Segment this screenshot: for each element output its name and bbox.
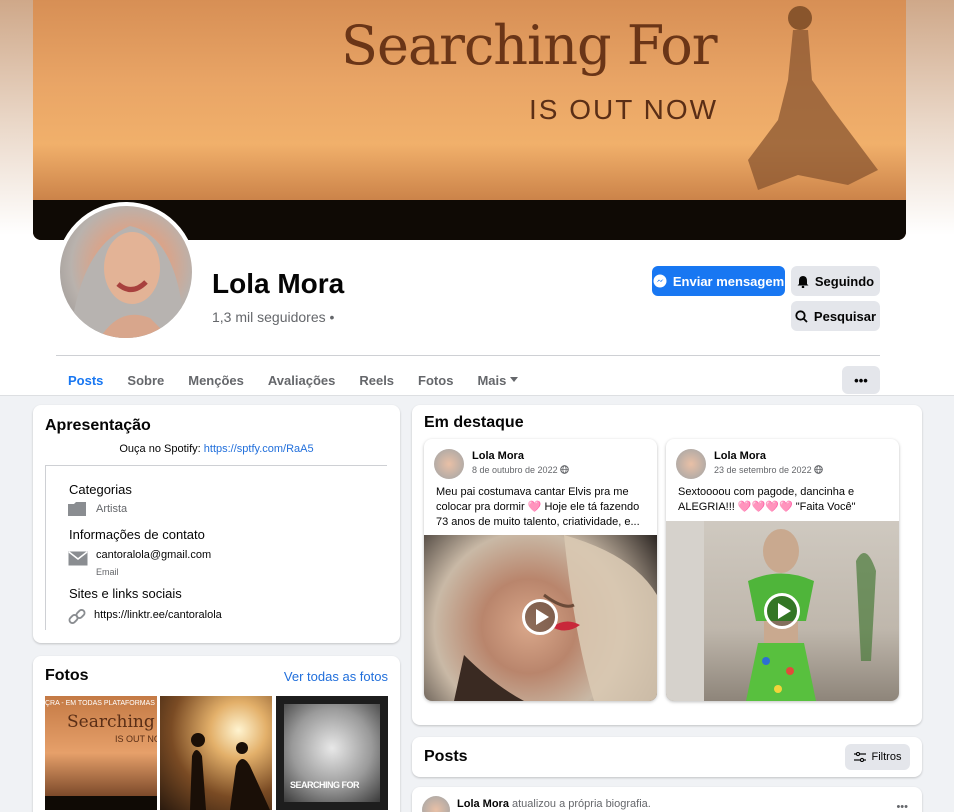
- play-button-2[interactable]: [764, 593, 800, 629]
- photos-title: Fotos: [45, 667, 89, 684]
- silhouette-graphic: [748, 6, 878, 190]
- profile-name: Lola Mora: [212, 268, 345, 299]
- post-avatar[interactable]: [422, 796, 450, 812]
- intro-details: Categorias Artista Informações de contat…: [45, 465, 387, 630]
- tab-posts[interactable]: Posts: [56, 372, 115, 396]
- photo1-title: Searching For: [67, 712, 157, 732]
- avatar-portrait: [70, 226, 185, 338]
- tab-more[interactable]: Mais: [465, 372, 530, 396]
- featured-date-text: 8 de outubro de 2022: [472, 465, 558, 475]
- featured-date: 23 de setembro de 2022: [714, 465, 823, 475]
- posts-title: Posts: [424, 748, 468, 765]
- photo-thumb-3[interactable]: SEARCHING FOR: [276, 696, 388, 810]
- featured-date: 8 de outubro de 2022: [472, 465, 569, 475]
- featured-date-text: 23 de setembro de 2022: [714, 465, 812, 475]
- photo1-subtitle: IS OUT NO: [115, 734, 157, 744]
- links-heading: Sites e links sociais: [69, 586, 182, 601]
- see-all-photos-link[interactable]: Ver todas as fotos: [284, 669, 388, 684]
- photo1-top-text: ÇRA - EM TODAS PLATAFORMAS: [45, 700, 155, 707]
- tab-photos[interactable]: Fotos: [406, 372, 465, 396]
- intro-title: Apresentação: [45, 417, 151, 434]
- bell-icon: [797, 275, 809, 288]
- post-card: Lola Mora atualizou a própria biografia.…: [412, 787, 922, 812]
- cover-title: Searching For: [341, 14, 718, 77]
- folder-icon: [68, 502, 86, 516]
- featured-video-2[interactable]: [666, 521, 899, 701]
- link-icon: [68, 609, 86, 624]
- header-divider: [56, 355, 880, 356]
- spotify-prefix: Ouça no Spotify:: [119, 443, 204, 455]
- post-header: Lola Mora atualizou a própria biografia.: [457, 798, 651, 810]
- featured-avatar[interactable]: [676, 449, 706, 479]
- featured-item-1[interactable]: Lola Mora 8 de outubro de 2022 Meu pai c…: [424, 439, 657, 701]
- profile-avatar[interactable]: [56, 202, 196, 342]
- following-label: Seguindo: [814, 273, 875, 289]
- search-button[interactable]: Pesquisar: [791, 301, 880, 331]
- following-button[interactable]: Seguindo: [791, 266, 880, 296]
- featured-text: Meu pai costumava cantar Elvis pra me co…: [436, 486, 640, 528]
- photo2-silhouettes: [190, 733, 270, 810]
- tab-mentions[interactable]: Menções: [176, 372, 256, 396]
- filters-label: Filtros: [871, 751, 902, 763]
- tab-reviews[interactable]: Avaliações: [256, 372, 347, 396]
- photo-thumb-1[interactable]: ÇRA - EM TODAS PLATAFORMAS Searching For…: [45, 696, 157, 810]
- search-icon: [795, 309, 808, 323]
- photo1-band: [45, 796, 157, 810]
- tab-reels[interactable]: Reels: [347, 372, 406, 396]
- cover-photo[interactable]: Searching For IS OUT NOW: [33, 0, 906, 240]
- messenger-icon: [653, 274, 667, 288]
- cover-subtitle: IS OUT NOW: [529, 94, 719, 125]
- featured-title: Em destaque: [424, 414, 524, 431]
- spotify-line: Ouça no Spotify: https://sptfy.com/RaA5: [33, 443, 400, 455]
- tab-about[interactable]: Sobre: [115, 372, 176, 396]
- intro-card: Apresentação Ouça no Spotify: https://sp…: [33, 405, 400, 643]
- photos-card: Fotos Ver todas as fotos ÇRA - EM TODAS …: [33, 656, 400, 812]
- email-icon: [68, 551, 88, 566]
- featured-author[interactable]: Lola Mora: [472, 450, 524, 462]
- tab-more-label: Mais: [477, 373, 507, 388]
- globe-icon: [560, 465, 569, 474]
- search-label: Pesquisar: [813, 308, 877, 324]
- categories-heading: Categorias: [69, 482, 132, 497]
- caret-down-icon: [510, 377, 519, 382]
- featured-author[interactable]: Lola Mora: [714, 450, 766, 462]
- featured-card: Em destaque Lola Mora 8 de outubro de 20…: [412, 405, 922, 725]
- send-message-button[interactable]: Enviar mensagem: [652, 266, 785, 296]
- play-button-1[interactable]: [522, 599, 558, 635]
- more-options-button[interactable]: •••: [842, 366, 880, 394]
- filters-button[interactable]: Filtros: [845, 744, 910, 770]
- post-more-icon[interactable]: •••: [896, 801, 908, 812]
- category-value[interactable]: Artista: [96, 503, 127, 515]
- featured-item-2[interactable]: Lola Mora 23 de setembro de 2022 Sextooo…: [666, 439, 899, 701]
- send-message-label: Enviar mensagem: [672, 273, 785, 289]
- email-value[interactable]: cantoralola@gmail.com: [96, 549, 211, 561]
- featured-video-1[interactable]: [424, 535, 657, 701]
- photo-thumb-2[interactable]: [160, 696, 272, 810]
- link-value[interactable]: https://linktr.ee/cantoralola: [94, 609, 222, 621]
- contact-heading: Informações de contato: [69, 527, 205, 542]
- photo3-title: SEARCHING FOR: [290, 780, 360, 790]
- post-action: atualizou a própria biografia.: [508, 798, 651, 810]
- post-author[interactable]: Lola Mora: [457, 798, 509, 810]
- spotify-link[interactable]: https://sptfy.com/RaA5: [204, 443, 314, 455]
- profile-tabs: Posts Sobre Menções Avaliações Reels Fot…: [56, 372, 530, 396]
- tabs-bottom-border: [0, 395, 954, 396]
- featured-text: Sextoooou com pagode, dancinha e ALEGRIA…: [678, 486, 856, 513]
- globe-icon: [814, 465, 823, 474]
- posts-header-card: Posts Filtros: [412, 737, 922, 777]
- email-label: Email: [96, 567, 119, 577]
- filter-sliders-icon: [853, 752, 866, 762]
- featured-avatar[interactable]: [434, 449, 464, 479]
- followers-count[interactable]: 1,3 mil seguidores •: [212, 309, 334, 325]
